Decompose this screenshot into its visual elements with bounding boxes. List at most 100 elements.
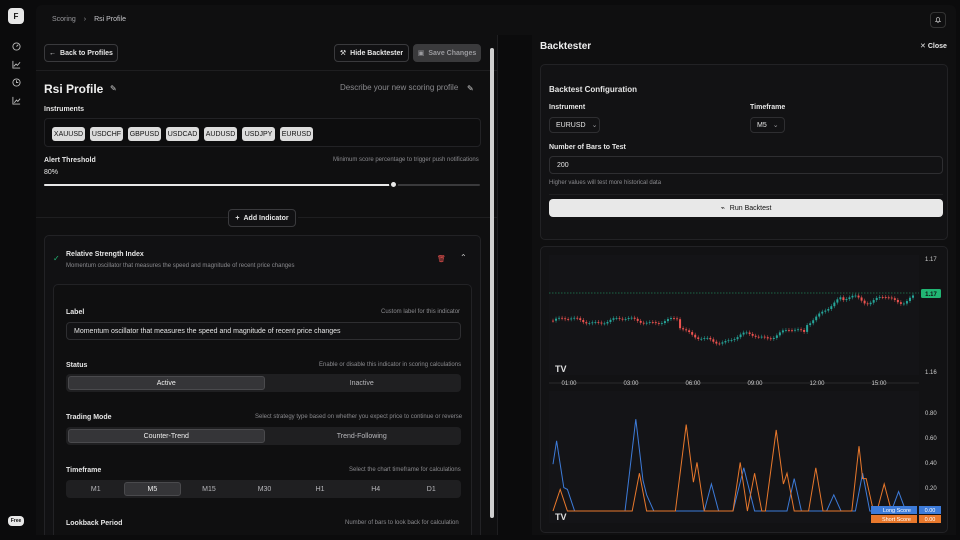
timeframe-option[interactable]: M15 <box>181 482 237 496</box>
status-option-active[interactable]: Active <box>68 376 265 390</box>
close-button[interactable]: ✕ Close <box>920 42 947 50</box>
candle <box>824 310 827 312</box>
candle <box>863 300 866 304</box>
add-indicator-button[interactable]: + Add Indicator <box>228 209 296 227</box>
candle <box>630 317 633 319</box>
score-tick-label: 0.60 <box>925 436 937 442</box>
timeframe-option[interactable]: M30 <box>237 482 293 496</box>
indicator-subtitle: Momentum oscillator that measures the sp… <box>66 263 295 269</box>
backtester-title: Backtester <box>540 41 592 52</box>
candle <box>781 330 784 333</box>
notification-button[interactable] <box>930 12 946 28</box>
timeframe-option[interactable]: D1 <box>403 482 459 496</box>
candle <box>881 297 884 298</box>
candle <box>564 318 567 320</box>
candle <box>636 318 639 321</box>
scrollbar-thumb[interactable] <box>490 48 494 518</box>
breadcrumb-root[interactable]: Scoring <box>52 16 76 23</box>
timeframe-option[interactable]: H4 <box>348 482 404 496</box>
time-tick-label: 12:00 <box>809 381 825 387</box>
hide-backtester-button[interactable]: ⚒ Hide Backtester <box>334 44 409 62</box>
candle <box>627 318 630 319</box>
status-option-inactive[interactable]: Inactive <box>265 376 460 390</box>
candle <box>567 319 570 320</box>
candle <box>669 318 672 320</box>
profile-description[interactable]: Describe your new scoring profile <box>340 83 458 92</box>
bars-input[interactable]: 200 <box>549 156 943 174</box>
price-tick-label: 1.16 <box>925 370 937 376</box>
candle <box>576 317 579 319</box>
candle <box>721 342 724 344</box>
candle <box>555 318 558 321</box>
instrument-chip[interactable]: USDCHF <box>90 127 123 141</box>
instrument-chip[interactable]: XAUUSD <box>52 127 85 141</box>
candle <box>842 297 845 301</box>
candle <box>790 330 793 332</box>
label-input[interactable]: Momentum oscillator that measures the sp… <box>66 322 461 340</box>
app-logo[interactable]: F <box>8 8 24 24</box>
timeframe-select[interactable]: M5 ⌄ <box>750 117 785 133</box>
alert-threshold-slider[interactable] <box>44 180 480 189</box>
instruments-list: XAUUSD USDCHF GBPUSD USDCAD AUDUSD USDJP… <box>44 118 481 147</box>
candle <box>775 335 778 338</box>
chevron-down-icon: ⌄ <box>591 122 598 129</box>
candle <box>642 322 645 324</box>
candle <box>884 297 887 298</box>
chart-icon: ⌁ <box>720 205 725 212</box>
instrument-chip[interactable]: USDCAD <box>166 127 199 141</box>
instrument-chip[interactable]: EURUSD <box>280 127 313 141</box>
candle <box>745 332 748 334</box>
instruments-label: Instruments <box>44 106 85 113</box>
candle <box>639 320 642 323</box>
trend-chart-icon[interactable] <box>11 95 21 105</box>
divider <box>36 217 228 218</box>
instrument-chip[interactable]: AUDUSD <box>204 127 237 141</box>
candle <box>703 338 706 339</box>
chevron-up-icon[interactable]: ⌃ <box>460 253 467 262</box>
candle <box>697 337 700 339</box>
indicator-title: Relative Strength Index <box>66 251 144 258</box>
candle <box>854 295 857 297</box>
save-changes-button[interactable]: ▣ Save Changes <box>413 44 481 62</box>
mode-option-counter-trend[interactable]: Counter-Trend <box>68 429 265 443</box>
status-toggle: Active Inactive <box>66 374 461 392</box>
candle <box>875 297 878 301</box>
candle <box>673 318 676 319</box>
candle <box>688 330 691 333</box>
timeframe-option[interactable]: M1 <box>68 482 124 496</box>
trash-icon[interactable]: 🗑 <box>437 255 446 263</box>
edit-name-icon[interactable]: ✎ <box>110 84 117 93</box>
slider-thumb[interactable] <box>388 180 398 189</box>
candle <box>818 313 821 317</box>
scrollbar[interactable] <box>489 40 495 528</box>
candle <box>676 318 679 320</box>
config-title: Backtest Configuration <box>549 85 638 94</box>
candle <box>821 311 824 314</box>
chevron-right-icon: › <box>83 16 87 23</box>
gauge-icon[interactable] <box>11 41 21 51</box>
candle <box>794 329 797 331</box>
candle <box>597 322 600 323</box>
candle <box>733 339 736 341</box>
edit-description-icon[interactable]: ✎ <box>467 84 474 93</box>
time-tick-label: 15:00 <box>871 381 887 387</box>
chart-line-icon[interactable] <box>11 59 21 69</box>
candle <box>694 334 697 338</box>
instrument-select[interactable]: EURUSD ⌄ <box>549 117 600 133</box>
clock-icon[interactable] <box>11 77 21 87</box>
bell-icon <box>934 17 942 23</box>
instrument-chip[interactable]: GBPUSD <box>128 127 161 141</box>
divider <box>549 194 943 195</box>
timeframe-option[interactable]: M5 <box>123 482 182 496</box>
timeframe-option[interactable]: H1 <box>292 482 348 496</box>
backtest-chart[interactable]: 01:00 03:00 06:00 09:00 12:00 15:00 1.17 1.16 1… <box>541 247 948 533</box>
tradingview-logo: TV <box>555 512 567 522</box>
profile-name: Rsi Profile <box>44 82 104 96</box>
divider <box>36 70 497 71</box>
candle <box>588 323 591 325</box>
mode-option-trend-following[interactable]: Trend-Following <box>265 429 460 443</box>
back-to-profiles-button[interactable]: ← Back to Profiles <box>44 44 118 62</box>
time-tick-label: 03:00 <box>623 381 639 387</box>
instrument-chip[interactable]: USDJPY <box>242 127 275 141</box>
run-backtest-button[interactable]: ⌁ Run Backtest <box>549 199 943 217</box>
